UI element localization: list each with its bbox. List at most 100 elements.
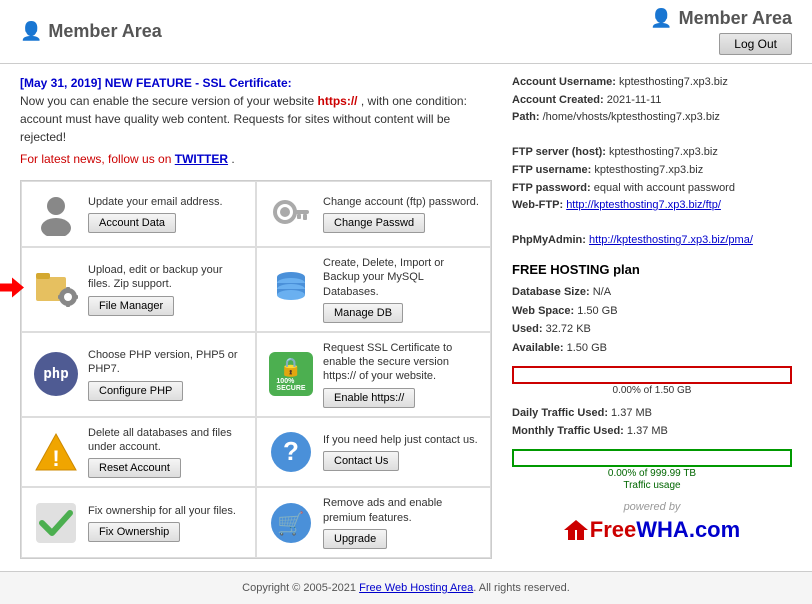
disk-progress-bar (512, 366, 792, 384)
svg-text:🛒: 🛒 (277, 511, 304, 536)
phpmyadmin-label: PhpMyAdmin: (512, 234, 586, 246)
contact-us-button[interactable]: Contact Us (323, 451, 399, 471)
traffic-progress-bar (512, 449, 792, 467)
red-arrow (0, 276, 24, 303)
header-right-logo: 👤 Member Area (650, 8, 792, 29)
change-passwd-group: Change account (ftp) password. Change Pa… (323, 195, 479, 233)
traffic-usage-label: Traffic usage (512, 480, 792, 491)
manage-db-button[interactable]: Manage DB (323, 303, 403, 323)
person-icon-right: 👤 (650, 8, 672, 29)
enable-https-group: Request SSL Certificate to enable the se… (323, 341, 480, 408)
enable-https-desc: Request SSL Certificate to enable the se… (323, 341, 480, 384)
monthly-traffic-label: Monthly Traffic Used: (512, 425, 624, 437)
twitter-link[interactable]: TWITTER (175, 152, 228, 166)
ftp-password-value: equal with account password (594, 182, 735, 194)
database-icon (267, 265, 315, 313)
news-prefix: For latest news, follow us on (20, 152, 175, 166)
configure-php-button[interactable]: Configure PHP (88, 381, 183, 401)
folder-gear-icon (32, 265, 80, 313)
svg-text:?: ? (283, 436, 299, 466)
reset-account-desc: Delete all databases and files under acc… (88, 426, 245, 455)
disk-progress-container: 0.00% of 1.50 GB (512, 366, 792, 396)
disk-progress-label: 0.00% of 1.50 GB (512, 385, 792, 396)
action-cell-manage-db: Create, Delete, Import or Backup your My… (256, 247, 491, 332)
username-value: kptesthosting7.xp3.biz (619, 76, 728, 88)
footer-text2: . All rights reserved. (473, 582, 570, 594)
cart-icon: 🛒 (267, 499, 315, 547)
logout-button[interactable]: Log Out (719, 33, 792, 55)
manage-db-desc: Create, Delete, Import or Backup your My… (323, 256, 480, 299)
available-label: Available: (512, 342, 564, 354)
file-manager-group: Upload, edit or backup your files. Zip s… (88, 263, 245, 316)
announcement: [May 31, 2019] NEW FEATURE - SSL Certifi… (20, 74, 492, 168)
plan-section: FREE HOSTING plan Database Size: N/A Web… (512, 262, 792, 491)
fix-ownership-group: Fix ownership for all your files. Fix Ow… (88, 504, 236, 542)
php-icon: php (32, 350, 80, 398)
action-cell-file-manager: Upload, edit or backup your files. Zip s… (21, 247, 256, 332)
reset-account-button[interactable]: Reset Account (88, 458, 181, 478)
main-content: [May 31, 2019] NEW FEATURE - SSL Certifi… (0, 64, 812, 571)
ftp-server-value: kptesthosting7.xp3.biz (609, 146, 718, 158)
webftp-link[interactable]: http://kptesthosting7.xp3.biz/ftp/ (566, 199, 721, 211)
ftp-server-label: FTP server (host): (512, 146, 606, 158)
ftp-password-label: FTP password: (512, 182, 591, 194)
enable-https-button[interactable]: Enable https:// (323, 388, 415, 408)
db-size-label: Database Size: (512, 286, 590, 298)
web-space-label: Web Space: (512, 305, 574, 317)
powered-by: powered by FreeWHA.com (512, 501, 792, 543)
db-size-value: N/A (593, 286, 611, 298)
web-space-value: 1.50 GB (577, 305, 617, 317)
freewha-logo: FreeWHA.com (590, 517, 740, 543)
monthly-traffic-value: 1.37 MB (627, 425, 668, 437)
fix-ownership-desc: Fix ownership for all your files. (88, 504, 236, 518)
secure-icon: 🔒 100%SECURE (267, 350, 315, 398)
checkmark-icon (32, 499, 80, 547)
right-panel: Account Username: kptesthosting7.xp3.biz… (512, 74, 792, 561)
configure-php-group: Choose PHP version, PHP5 or PHP7. Config… (88, 348, 245, 401)
account-data-button[interactable]: Account Data (88, 213, 176, 233)
plan-title: FREE HOSTING plan (512, 262, 792, 277)
warning-icon: ! (32, 428, 80, 476)
change-passwd-desc: Change account (ftp) password. (323, 195, 479, 209)
upgrade-desc: Remove ads and enable premium features. (323, 496, 480, 525)
action-cell-fix-ownership: Fix ownership for all your files. Fix Ow… (21, 487, 256, 558)
username-label: Account Username: (512, 76, 616, 88)
header-right: 👤 Member Area Log Out (650, 8, 792, 55)
svg-text:!: ! (52, 446, 59, 471)
plan-detail: Database Size: N/A Web Space: 1.50 GB Us… (512, 283, 792, 358)
available-value: 1.50 GB (567, 342, 607, 354)
used-label: Used: (512, 323, 543, 335)
created-value: 2021-11-11 (607, 94, 662, 106)
header-left-logo-text: Member Area (48, 21, 161, 42)
configure-php-desc: Choose PHP version, PHP5 or PHP7. (88, 348, 245, 377)
person-icon-account (32, 190, 80, 238)
header-right-logo-text: Member Area (679, 8, 792, 29)
footer: Copyright © 2005-2021 Free Web Hosting A… (0, 571, 812, 604)
path-value: /home/vhosts/kptesthosting7.xp3.biz (543, 111, 720, 123)
upgrade-button[interactable]: Upgrade (323, 529, 387, 549)
contact-us-desc: If you need help just contact us. (323, 433, 478, 447)
daily-traffic-label: Daily Traffic Used: (512, 407, 608, 419)
footer-text: Copyright © 2005-2021 (242, 582, 359, 594)
upgrade-group: Remove ads and enable premium features. … (323, 496, 480, 549)
file-manager-button[interactable]: File Manager (88, 296, 174, 316)
manage-db-group: Create, Delete, Import or Backup your My… (323, 256, 480, 323)
freewha-wha: WHA (636, 517, 689, 542)
action-cell-reset-account: ! Delete all databases and files under a… (21, 417, 256, 488)
header-left-logo: 👤 Member Area (20, 21, 162, 42)
action-cell-upgrade: 🛒 Remove ads and enable premium features… (256, 487, 491, 558)
powered-by-text: powered by (512, 501, 792, 513)
phpmyadmin-link[interactable]: http://kptesthosting7.xp3.biz/pma/ (589, 234, 753, 246)
account-data-desc: Update your email address. (88, 195, 223, 209)
traffic-progress-label: 0.00% of 999.99 TB (512, 468, 792, 479)
action-cell-configure-php: php Choose PHP version, PHP5 or PHP7. Co… (21, 332, 256, 417)
used-value: 32.72 KB (546, 323, 591, 335)
file-manager-desc: Upload, edit or backup your files. Zip s… (88, 263, 245, 292)
fix-ownership-button[interactable]: Fix Ownership (88, 522, 180, 542)
footer-link[interactable]: Free Web Hosting Area (359, 582, 473, 594)
action-cell-enable-https: 🔒 100%SECURE Request SSL Certificate to … (256, 332, 491, 417)
header: 👤 Member Area 👤 Member Area Log Out (0, 0, 812, 64)
action-cell-change-passwd: Change account (ftp) password. Change Pa… (256, 181, 491, 247)
account-info: Account Username: kptesthosting7.xp3.biz… (512, 74, 792, 250)
change-passwd-button[interactable]: Change Passwd (323, 213, 425, 233)
